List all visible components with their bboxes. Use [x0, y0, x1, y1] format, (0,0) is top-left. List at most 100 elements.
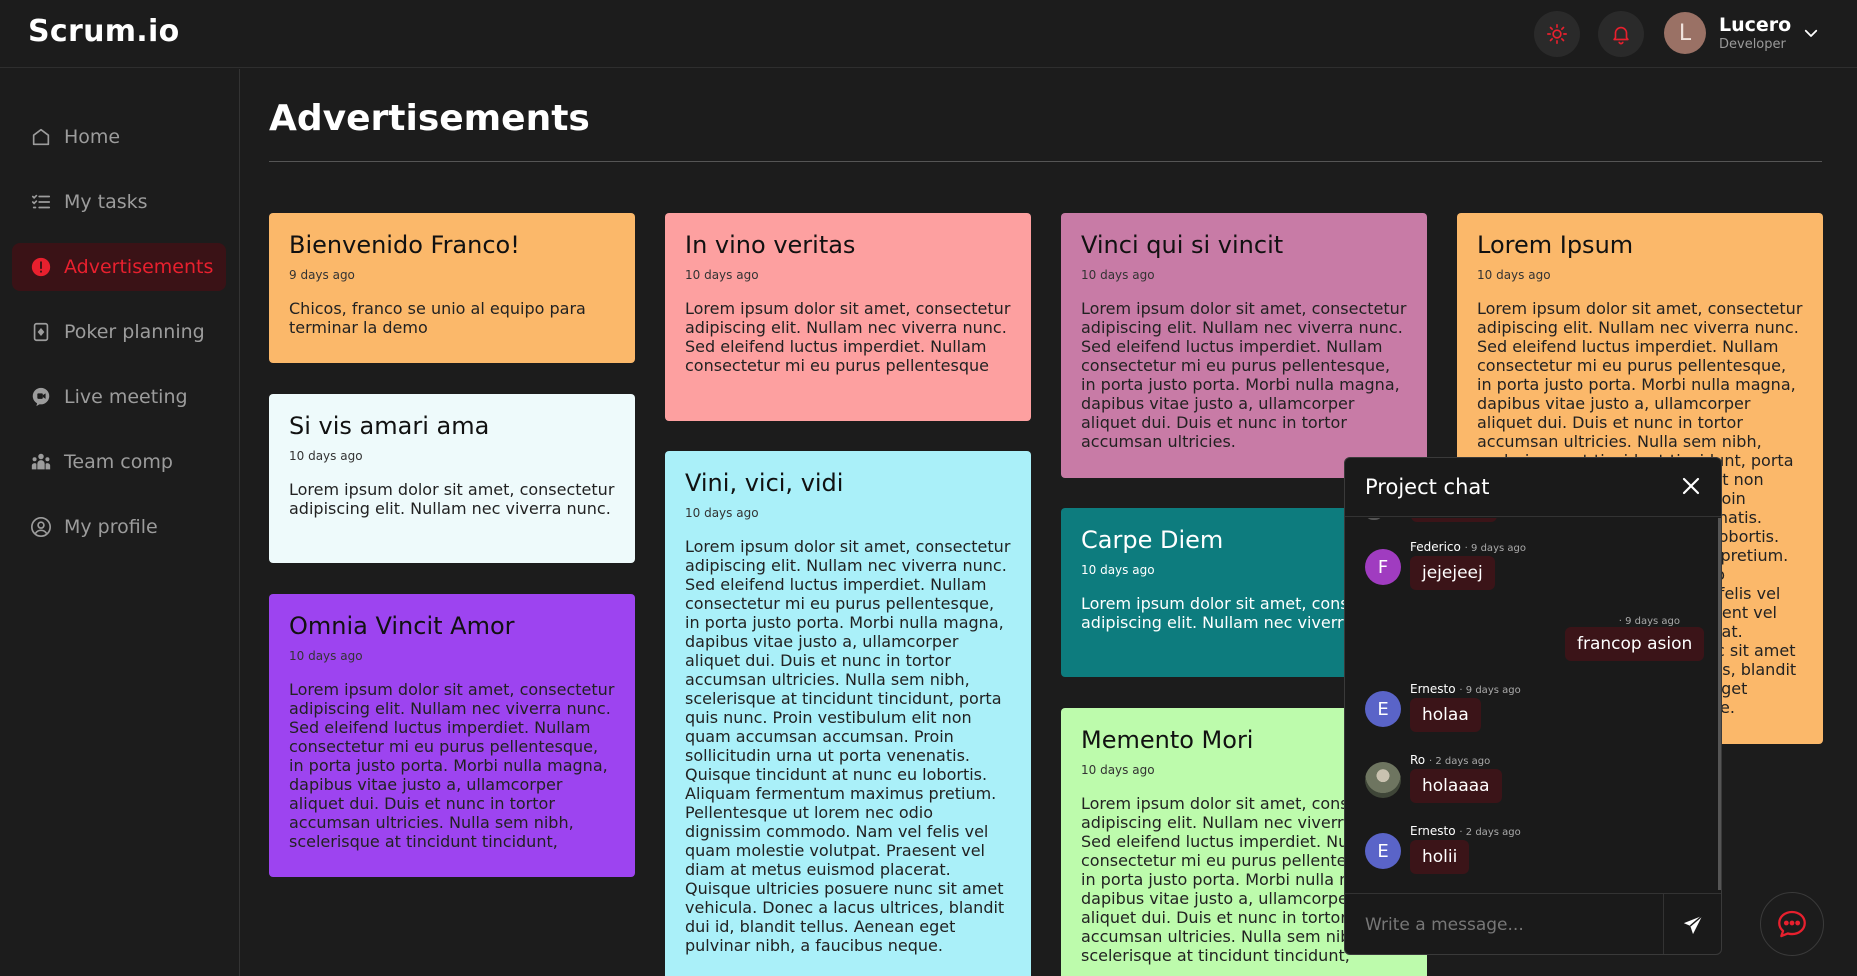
- message-separator: ·: [1428, 756, 1433, 767]
- ad-card[interactable]: Vinci qui si vincit 10 days ago Lorem ip…: [1061, 213, 1427, 478]
- message-bubble: holaa: [1410, 698, 1481, 732]
- sidebar-item-label: Poker planning: [64, 321, 205, 343]
- chat-composer: [1345, 893, 1721, 954]
- card-body: Chicos, franco se unio al equipo para te…: [289, 298, 586, 337]
- card-title: Vini, vici, vidi: [685, 469, 844, 497]
- sidebar-item-my-tasks[interactable]: My tasks: [12, 178, 226, 226]
- card-body: Lorem ipsum dolor sit amet, consectetur …: [289, 679, 615, 852]
- sidebar-item-label: Home: [64, 126, 121, 148]
- message-avatar: E: [1365, 691, 1401, 727]
- message-author: Ernesto: [1410, 682, 1456, 696]
- card-date: 10 days ago: [1477, 267, 1551, 282]
- poker-icon: [33, 322, 49, 342]
- chevron-down-icon[interactable]: [1802, 24, 1820, 42]
- card-title: Omnia Vincit Amor: [289, 612, 515, 640]
- tasks-icon: [31, 194, 51, 209]
- send-button[interactable]: [1663, 894, 1721, 954]
- bell-icon: [1613, 26, 1629, 45]
- message-separator: ·: [1459, 827, 1463, 838]
- message-author: Ernesto: [1410, 824, 1456, 838]
- chat-toggle-button[interactable]: [1760, 892, 1824, 956]
- project-chat-panel: Project chat F Federico · 9 days ago jej…: [1344, 457, 1722, 955]
- user-name[interactable]: Lucero: [1719, 14, 1791, 36]
- card-body: Lorem ipsum dolor sit amet, consectetur …: [289, 479, 615, 518]
- user-role: Developer: [1719, 37, 1786, 52]
- send-icon: [1683, 915, 1703, 935]
- chat-bubble-icon: [1778, 910, 1806, 938]
- chat-messages[interactable]: F Federico · 9 days ago jejejeej · 9 day…: [1345, 518, 1721, 890]
- page-title: Advertisements: [269, 98, 590, 139]
- sidebar-item-label: My tasks: [64, 191, 148, 213]
- message-author: Ro: [1410, 753, 1426, 767]
- card-date: 10 days ago: [289, 648, 363, 663]
- sidebar: Home My tasks Advertisements Poker plann…: [0, 69, 240, 976]
- message-author: Federico: [1410, 540, 1461, 554]
- message-meta: Ernesto · 9 days ago: [1410, 682, 1521, 696]
- message-time: 9 days ago: [1471, 543, 1526, 554]
- ad-card[interactable]: Bienvenido Franco! 9 days ago Chicos, fr…: [269, 213, 635, 363]
- sidebar-item-label: Advertisements: [64, 256, 214, 278]
- home-icon: [32, 128, 50, 146]
- message-bubble: holii: [1410, 840, 1470, 874]
- message-input[interactable]: [1345, 894, 1663, 954]
- message-bubble: jejejeej: [1410, 556, 1495, 590]
- message-meta: Ro · 2 days ago: [1410, 753, 1490, 767]
- chat-header: Project chat: [1345, 458, 1721, 517]
- close-icon[interactable]: [1679, 474, 1703, 498]
- sidebar-item-label: My profile: [64, 516, 158, 538]
- card-body: Lorem ipsum dolor sit amet, consectetur …: [685, 298, 1011, 375]
- message-avatar: E: [1365, 833, 1401, 869]
- ad-card[interactable]: In vino veritas 10 days ago Lorem ipsum …: [665, 213, 1031, 421]
- ad-card[interactable]: Omnia Vincit Amor 10 days ago Lorem ipsu…: [269, 594, 635, 877]
- sidebar-item-home[interactable]: Home: [12, 113, 226, 161]
- message-bubble-own: francop asion: [1565, 627, 1705, 661]
- chat-avatar-partial: [1365, 518, 1383, 520]
- card-title: Si vis amari ama: [289, 412, 490, 440]
- app-logo[interactable]: Scrum.io: [28, 14, 180, 49]
- card-title: Vinci qui si vincit: [1081, 231, 1284, 259]
- meeting-icon: [32, 387, 50, 407]
- card-date: 10 days ago: [685, 267, 759, 282]
- alert-icon: [31, 257, 51, 277]
- message-avatar: F: [1365, 549, 1401, 585]
- message-separator: ·: [1618, 616, 1622, 627]
- chat-title: Project chat: [1365, 475, 1490, 499]
- notifications-button[interactable]: [1598, 11, 1644, 57]
- card-title: Bienvenido Franco!: [289, 231, 520, 259]
- sun-icon: [1547, 24, 1567, 44]
- chat-bubble-partial: [1411, 518, 1497, 522]
- message-time: 2 days ago: [1465, 827, 1521, 838]
- card-date: 10 days ago: [1081, 267, 1155, 282]
- message-bubble: holaaaa: [1410, 769, 1502, 803]
- title-divider: [269, 161, 1822, 162]
- card-title: In vino veritas: [685, 231, 856, 259]
- sidebar-item-team-comp[interactable]: Team comp: [12, 438, 226, 486]
- sidebar-item-poker-planning[interactable]: Poker planning: [12, 308, 226, 356]
- card-date: 10 days ago: [685, 505, 759, 520]
- card-date: 9 days ago: [289, 267, 355, 282]
- message-meta: · 9 days ago: [1567, 613, 1680, 627]
- sidebar-item-advertisements[interactable]: Advertisements: [12, 243, 226, 291]
- ad-card[interactable]: Vini, vici, vidi 10 days ago Lorem ipsum…: [665, 451, 1031, 976]
- message-time: 2 days ago: [1435, 756, 1491, 767]
- message-separator: ·: [1464, 543, 1468, 554]
- sidebar-item-live-meeting[interactable]: Live meeting: [12, 373, 226, 421]
- theme-toggle-button[interactable]: [1534, 11, 1580, 57]
- sidebar-item-label: Live meeting: [64, 386, 188, 408]
- user-avatar[interactable]: L: [1664, 12, 1706, 54]
- team-icon: [31, 453, 51, 470]
- top-header: Scrum.io L Lucero Developer: [0, 0, 1857, 68]
- message-time: 9 days ago: [1625, 616, 1680, 627]
- message-avatar-photo: [1365, 762, 1401, 798]
- message-separator: ·: [1459, 685, 1463, 696]
- chat-scrollbar[interactable]: [1718, 518, 1721, 890]
- profile-icon: [31, 517, 51, 537]
- sidebar-item-my-profile[interactable]: My profile: [12, 503, 226, 551]
- ad-card[interactable]: Si vis amari ama 10 days ago Lorem ipsum…: [269, 394, 635, 563]
- card-body: Lorem ipsum dolor sit amet, consectetur …: [685, 536, 1011, 956]
- card-date: 10 days ago: [289, 448, 363, 463]
- message-meta: Federico · 9 days ago: [1410, 540, 1526, 554]
- card-title: Lorem Ipsum: [1477, 231, 1634, 259]
- message-meta: Ernesto · 2 days ago: [1410, 824, 1521, 838]
- message-time: 9 days ago: [1465, 685, 1521, 696]
